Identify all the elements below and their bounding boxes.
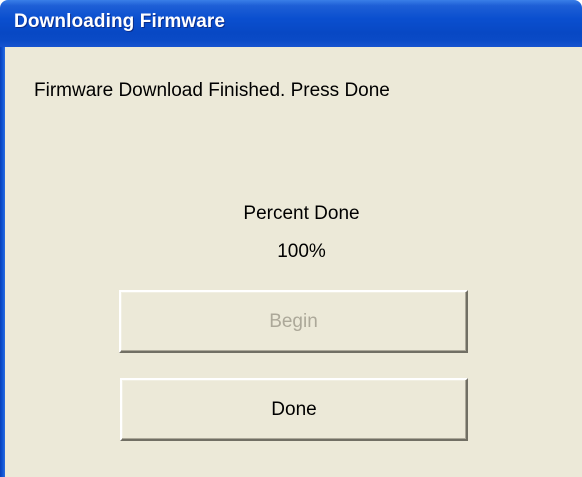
percent-done-label: Percent Done <box>243 203 360 224</box>
status-message: Firmware Download Finished. Press Done <box>34 80 390 101</box>
window-title: Downloading Firmware <box>14 11 226 32</box>
begin-button[interactable]: Begin <box>119 290 468 353</box>
done-button-label: Done <box>271 399 317 420</box>
done-button[interactable]: Done <box>120 378 468 441</box>
title-bar[interactable]: Downloading Firmware <box>0 0 582 47</box>
percent-done-value: 100% <box>277 241 326 262</box>
dialog-window: Downloading Firmware Firmware Download F… <box>0 0 582 477</box>
begin-button-label: Begin <box>269 311 318 332</box>
dialog-body: Firmware Download Finished. Press Done P… <box>5 47 582 477</box>
